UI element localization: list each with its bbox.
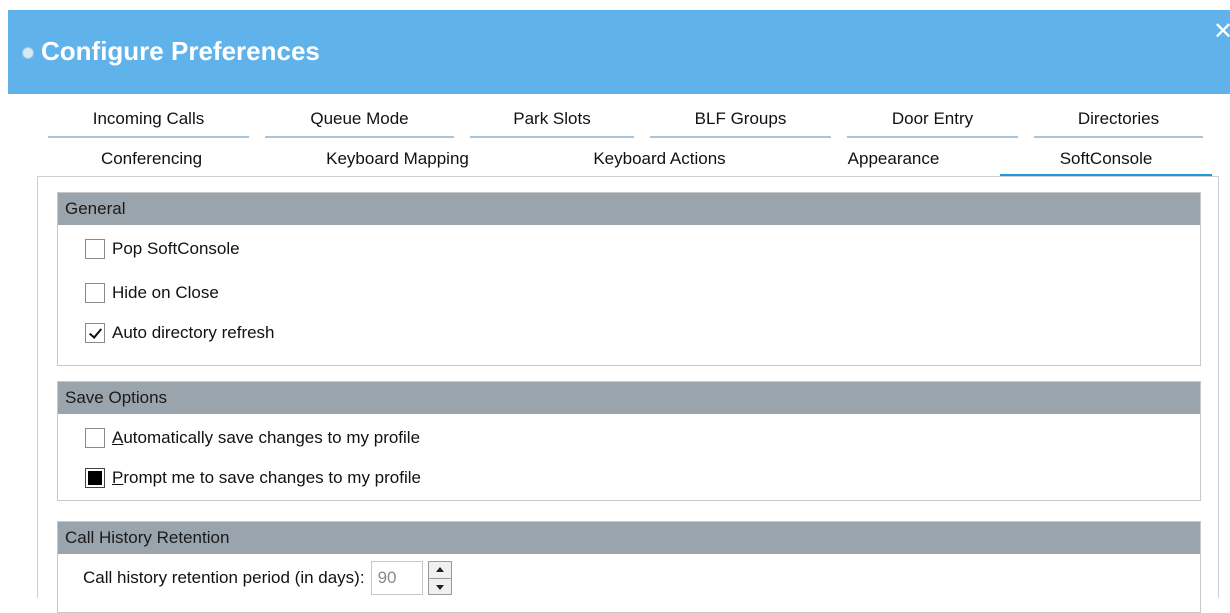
title-bar: Configure Preferences ✕ xyxy=(8,10,1230,94)
retention-period-row: Call history retention period (in days): xyxy=(83,560,452,596)
hide-on-close-checkbox[interactable] xyxy=(85,283,105,303)
retention-period-spinner xyxy=(427,561,452,595)
prompt-save-label-text: rompt me to save changes to my profile xyxy=(123,468,421,487)
tab-blf-groups[interactable]: BLF Groups xyxy=(650,98,831,138)
auto-save-option[interactable]: Automatically save changes to my profile xyxy=(85,426,420,450)
window-dot-icon xyxy=(22,47,34,59)
auto-directory-refresh-checkbox[interactable] xyxy=(85,323,105,343)
pop-softconsole-checkbox[interactable] xyxy=(85,239,105,259)
spin-up-arrow-icon[interactable] xyxy=(428,562,451,579)
auto-save-label-text: utomatically save changes to my profile xyxy=(123,428,421,447)
hide-on-close-label: Hide on Close xyxy=(112,283,219,302)
call-history-group: Call History Retention Call history rete… xyxy=(57,521,1201,613)
tab-appearance[interactable]: Appearance xyxy=(797,138,990,178)
save-options-header: Save Options xyxy=(58,382,1200,414)
general-group: General Pop SoftConsole Hide on Close Au… xyxy=(57,192,1201,366)
tab-row-2: Conferencing Keyboard Mapping Keyboard A… xyxy=(8,138,1230,178)
general-header: General xyxy=(58,193,1200,225)
tab-keyboard-actions[interactable]: Keyboard Actions xyxy=(538,138,781,178)
tab-keyboard-mapping[interactable]: Keyboard Mapping xyxy=(272,138,523,178)
tab-conferencing[interactable]: Conferencing xyxy=(48,138,255,178)
save-options-group: Save Options Automatically save changes … xyxy=(57,381,1201,501)
call-history-header: Call History Retention xyxy=(58,522,1200,554)
tab-row-1: Incoming Calls Queue Mode Park Slots BLF… xyxy=(8,98,1230,138)
prompt-save-mnemonic: P xyxy=(112,468,124,487)
softconsole-panel: General Pop SoftConsole Hide on Close Au… xyxy=(37,176,1219,613)
tab-queue-mode[interactable]: Queue Mode xyxy=(265,98,454,138)
tab-door-entry[interactable]: Door Entry xyxy=(847,98,1018,138)
tab-incoming-calls[interactable]: Incoming Calls xyxy=(48,98,249,138)
tab-directories[interactable]: Directories xyxy=(1034,98,1203,138)
pop-softconsole-label: Pop SoftConsole xyxy=(112,239,240,258)
dialog-title: Configure Preferences xyxy=(41,36,320,66)
auto-save-label: Automatically save changes to my profile xyxy=(112,428,420,448)
prompt-save-label: Prompt me to save changes to my profile xyxy=(112,468,421,488)
retention-period-input[interactable] xyxy=(370,561,423,595)
close-button[interactable]: ✕ xyxy=(1213,18,1230,46)
prompt-save-checkbox[interactable] xyxy=(85,468,105,488)
spin-down-arrow-icon[interactable] xyxy=(428,578,451,594)
prompt-save-option[interactable]: Prompt me to save changes to my profile xyxy=(85,466,421,490)
pop-softconsole-option[interactable]: Pop SoftConsole xyxy=(85,237,240,261)
auto-save-checkbox[interactable] xyxy=(85,428,105,448)
tab-softconsole[interactable]: SoftConsole xyxy=(1000,138,1212,178)
tab-park-slots[interactable]: Park Slots xyxy=(470,98,634,138)
retention-period-label: Call history retention period (in days): xyxy=(83,568,365,587)
configure-preferences-dialog: Configure Preferences ✕ Incoming Calls Q… xyxy=(8,10,1230,613)
hide-on-close-option[interactable]: Hide on Close xyxy=(85,281,219,305)
auto-save-mnemonic: A xyxy=(112,428,124,447)
auto-directory-refresh-label: Auto directory refresh xyxy=(112,323,275,342)
auto-directory-refresh-option[interactable]: Auto directory refresh xyxy=(85,321,275,345)
